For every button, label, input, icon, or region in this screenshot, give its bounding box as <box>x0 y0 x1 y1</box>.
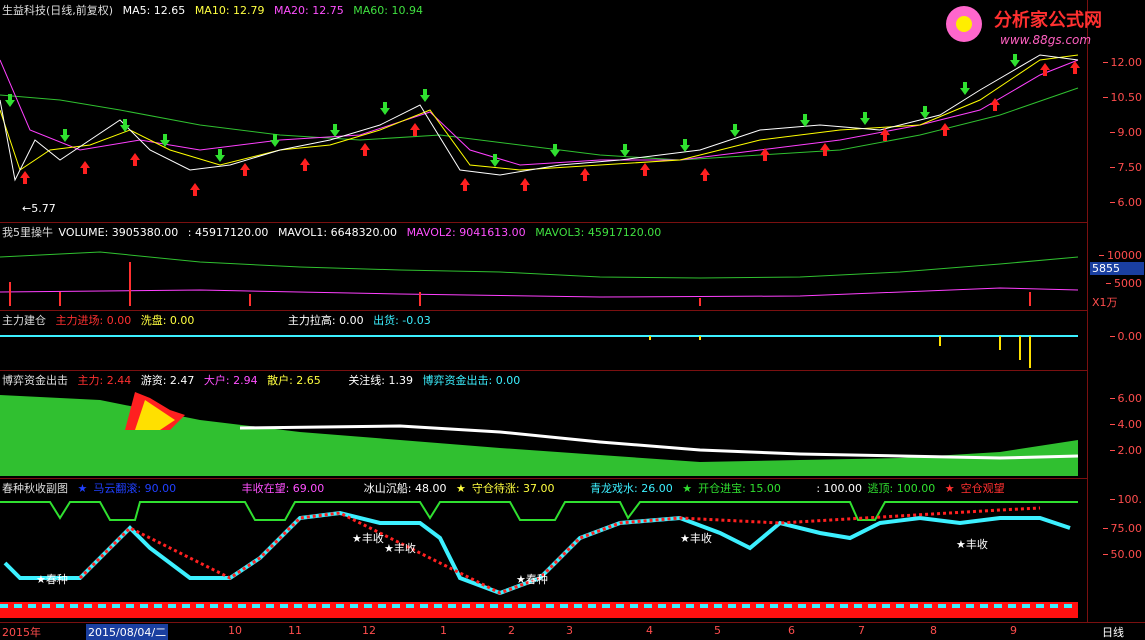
harvest-mark-text: 丰收 <box>689 532 712 545</box>
volume-tick: 10000 <box>1099 249 1142 262</box>
spring-mark: ★春种 <box>36 573 68 586</box>
ma20-line <box>0 59 1079 166</box>
price-chart <box>0 54 1080 196</box>
season-tick: 75.00 <box>1102 522 1142 535</box>
ma60-line <box>0 87 1079 161</box>
force-bars <box>649 336 1031 368</box>
timeline-label: 1 <box>440 624 447 637</box>
mavol2-line <box>0 287 1079 298</box>
volume-current: 5855 <box>1090 262 1144 275</box>
season-axis: 100. 75.00 50.00 <box>1087 478 1145 622</box>
timeline-label: 8 <box>930 624 937 637</box>
timeline-label: 3 <box>566 624 573 637</box>
price-panel[interactable]: 生益科技(日线,前复权) MA5: 12.65 MA10: 12.79 MA20… <box>0 0 1087 223</box>
force-tick: 0.00 <box>1109 330 1142 343</box>
price-tick: 9.00 <box>1109 126 1142 139</box>
timeline-label: 10 <box>228 624 242 637</box>
price-tick: 12.00 <box>1102 56 1142 69</box>
timeline-label: 7 <box>858 624 865 637</box>
volume-panel[interactable]: 我5里操牛 VOLUME: 3905380.00 : 45917120.00 M… <box>0 222 1087 311</box>
season-tick: 100. <box>1109 493 1142 506</box>
force-chart <box>0 335 1078 368</box>
price-tick: 7.50 <box>1109 161 1142 174</box>
volume-axis: 10000 5855 5000 X1万 <box>1087 222 1145 310</box>
site-logo: 分析家公式网 www.88gs.com <box>942 2 1142 50</box>
timeline-label: 4 <box>646 624 653 637</box>
game-tick: 2.00 <box>1109 444 1142 457</box>
volume-bars <box>9 262 1031 306</box>
season-panel[interactable]: 春种秋收副图 ★ 马云翻滚: 90.00 丰收在望: 69.00 冰山沉船: 48… <box>0 478 1087 623</box>
season-chart <box>0 501 1078 618</box>
ma10-line <box>0 54 1079 171</box>
harvest-mark: ★丰收 <box>352 532 384 545</box>
harvest-mark: ★丰收 <box>956 538 988 551</box>
volume-chart <box>0 251 1079 306</box>
mavol3-line <box>0 251 1079 279</box>
timeline-label: 2 <box>508 624 515 637</box>
force-panel[interactable]: 主力建仓 主力进场: 0.00 洗盘: 0.00 主力拉高: 0.00 出货: … <box>0 310 1087 371</box>
force-axis: 0.00 <box>1087 310 1145 370</box>
timeline-bar[interactable]: 2015年 2015/08/04/二 10 11 12 1 2 3 4 5 6 … <box>0 622 1145 640</box>
game-panel[interactable]: 博弈资金出击 主力: 2.44 游资: 2.47 大户: 2.94 散户: 2.… <box>0 370 1087 479</box>
volume-unit: X1万 <box>1092 296 1118 309</box>
harvest-mark: ★丰收 <box>384 542 416 555</box>
volume-tick: 5000 <box>1106 277 1142 290</box>
spring-mark-text: 春种 <box>45 573 68 586</box>
timeline-label: 6 <box>788 624 795 637</box>
timeline-label: 9 <box>1010 624 1017 637</box>
svg-text:分析家公式网: 分析家公式网 <box>994 9 1102 31</box>
price-tick: 6.00 <box>1109 196 1142 209</box>
timeline-label: 11 <box>288 624 302 637</box>
game-tick: 6.00 <box>1109 392 1142 405</box>
harvest-mark-text: 丰收 <box>361 532 384 545</box>
logo-flower-icon: 分析家公式网 www.88gs.com <box>946 6 1102 47</box>
timeline-label: 12 <box>362 624 376 637</box>
spring-mark-text: 春种 <box>525 573 548 586</box>
price-tick: 10.50 <box>1102 91 1142 104</box>
harvest-mark-text: 丰收 <box>393 542 416 555</box>
timeline-label: 5 <box>714 624 721 637</box>
svg-text:www.88gs.com: www.88gs.com <box>1000 33 1091 47</box>
game-axis: 6.00 4.00 2.00 <box>1087 370 1145 478</box>
season-tick: 50.00 <box>1102 548 1142 561</box>
game-chart <box>0 392 1079 476</box>
buy-arrows <box>20 61 1080 196</box>
game-tick: 4.00 <box>1109 418 1142 431</box>
spring-mark: ★春种 <box>516 573 548 586</box>
harvest-mark-text: 丰收 <box>965 538 988 551</box>
harvest-mark: ★丰收 <box>680 532 712 545</box>
sell-arrows <box>5 54 1020 167</box>
